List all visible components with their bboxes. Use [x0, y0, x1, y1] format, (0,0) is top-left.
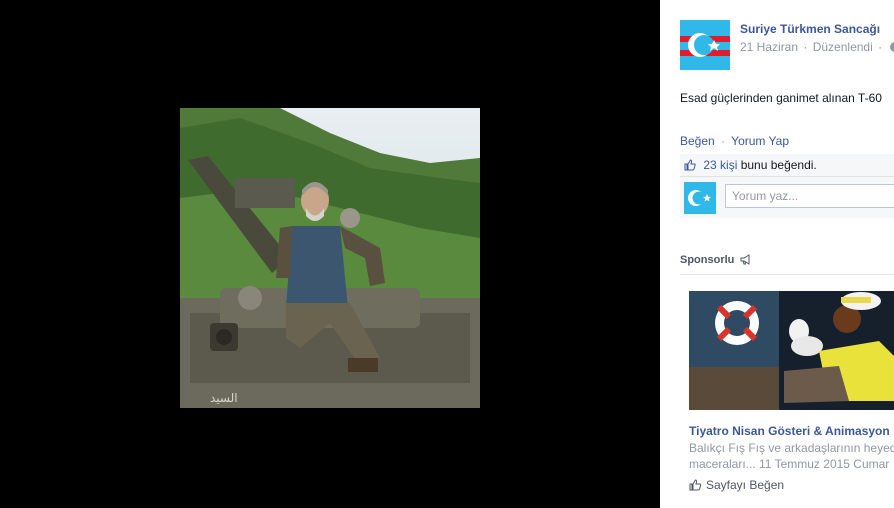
post-meta: 21 Haziran · Düzenlendi · [740, 40, 894, 54]
post-actions: Beğen · Yorum Yap [680, 134, 789, 148]
user-avatar[interactable] [684, 182, 716, 214]
post-header: Suriye Türkmen Sancağı 21 Haziran · Düze… [680, 20, 894, 72]
ad-description-line-1: Balıkçı Fış Fış ve arkadaşlarının heyed [689, 441, 894, 455]
svg-text:ﺍﻟﺴﻴﺪ: ﺍﻟﺴﻴﺪ [210, 391, 238, 405]
thumbs-up-icon [689, 479, 702, 491]
megaphone-icon[interactable] [740, 254, 752, 265]
meta-separator-2: · [878, 40, 883, 54]
page-name-link[interactable]: Suriye Türkmen Sancağı [740, 22, 880, 36]
thumbs-up-icon [684, 159, 696, 171]
ad-image[interactable] [689, 291, 894, 410]
page-like-label: Sayfayı Beğen [706, 478, 785, 492]
feedback-box: 23 kişi bunu beğendi. [680, 154, 894, 218]
like-button[interactable]: Beğen [680, 134, 715, 148]
sponsored-label: Sponsorlu [680, 254, 735, 266]
ad-description-line-2: maceraları... 11 Temmuz 2015 Cumar [689, 457, 890, 471]
ad-title-link[interactable]: Tiyatro Nisan Gösteri & Animasyon [689, 424, 890, 438]
comment-button[interactable]: Yorum Yap [731, 134, 789, 148]
globe-icon [890, 42, 894, 52]
sponsored-divider [680, 274, 894, 275]
likes-summary: 23 kişi bunu beğendi. [680, 154, 894, 176]
edited-label[interactable]: Düzenlendi [813, 40, 873, 54]
comment-input[interactable] [725, 184, 894, 208]
likes-count-link[interactable]: 23 kişi [703, 158, 737, 172]
sponsored-heading: Sponsorlu [680, 254, 752, 266]
post-side-panel: Suriye Türkmen Sancağı 21 Haziran · Düze… [660, 0, 894, 508]
page-avatar[interactable] [680, 20, 730, 70]
post-date[interactable]: 21 Haziran [740, 40, 798, 54]
comment-composer [680, 176, 894, 218]
page-like-button[interactable]: Sayfayı Beğen [689, 478, 784, 492]
post-caption: Esad güçlerinden ganimet alınan T-60 [680, 91, 882, 105]
photo-viewer-stage: ﺍﻟﺴﻴﺪ [0, 0, 660, 508]
likes-suffix: bunu beğendi. [737, 158, 817, 172]
actions-separator: · [721, 134, 726, 148]
ad-description: Balıkçı Fış Fış ve arkadaşlarının heyed … [689, 440, 894, 472]
post-photo[interactable]: ﺍﻟﺴﻴﺪ [180, 108, 480, 408]
meta-separator: · [803, 40, 808, 54]
